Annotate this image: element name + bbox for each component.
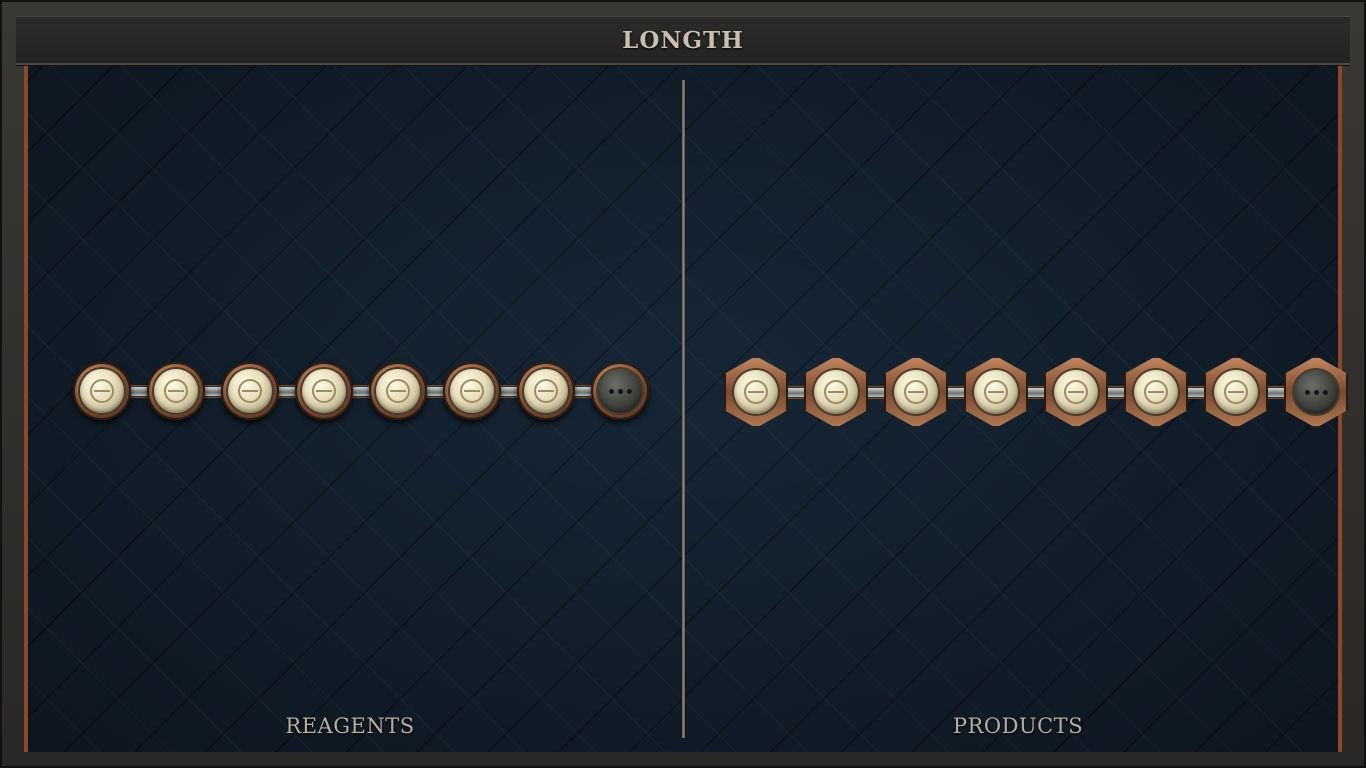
salt-atom bbox=[302, 369, 346, 413]
salt-symbol-icon bbox=[386, 379, 410, 403]
atom-socket[interactable] bbox=[1124, 356, 1188, 428]
salt-atom bbox=[228, 369, 272, 413]
reagent-molecule[interactable] bbox=[73, 362, 649, 420]
bond-link bbox=[131, 385, 147, 397]
product-molecule[interactable] bbox=[724, 356, 1348, 428]
reagents-label: REAGENTS bbox=[285, 714, 415, 738]
atom-socket[interactable] bbox=[964, 356, 1028, 428]
salt-atom bbox=[154, 369, 198, 413]
salt-symbol-icon bbox=[744, 380, 768, 404]
salt-symbol-icon bbox=[984, 380, 1008, 404]
salt-symbol-icon bbox=[534, 379, 558, 403]
atom-socket[interactable] bbox=[369, 362, 427, 420]
panel-divider bbox=[682, 80, 685, 738]
bond-link bbox=[948, 386, 964, 398]
salt-atom bbox=[1054, 370, 1098, 414]
salt-atom bbox=[80, 369, 124, 413]
bond-link bbox=[1188, 386, 1204, 398]
bond-link bbox=[1268, 386, 1284, 398]
salt-symbol-icon bbox=[904, 380, 928, 404]
salt-atom bbox=[524, 369, 568, 413]
salt-symbol-icon bbox=[312, 379, 336, 403]
atom-socket[interactable] bbox=[804, 356, 868, 428]
salt-symbol-icon bbox=[1224, 380, 1248, 404]
atom-socket[interactable] bbox=[1204, 356, 1268, 428]
atom-socket[interactable] bbox=[295, 362, 353, 420]
puzzle-title: LONGTH bbox=[622, 26, 744, 54]
salt-atom bbox=[894, 370, 938, 414]
title-bar: LONGTH bbox=[16, 16, 1350, 65]
bond-link bbox=[1028, 386, 1044, 398]
atom-socket[interactable] bbox=[724, 356, 788, 428]
salt-atom bbox=[376, 369, 420, 413]
salt-atom bbox=[974, 370, 1018, 414]
atom-socket[interactable] bbox=[443, 362, 501, 420]
atom-socket[interactable] bbox=[1284, 356, 1348, 428]
salt-symbol-icon bbox=[90, 379, 114, 403]
salt-atom bbox=[450, 369, 494, 413]
bond-link bbox=[205, 385, 221, 397]
empty-atom bbox=[1294, 370, 1338, 414]
salt-atom bbox=[1214, 370, 1258, 414]
bond-link bbox=[353, 385, 369, 397]
atom-socket[interactable] bbox=[517, 362, 575, 420]
atom-socket[interactable] bbox=[73, 362, 131, 420]
salt-symbol-icon bbox=[460, 379, 484, 403]
salt-atom bbox=[734, 370, 778, 414]
bond-link bbox=[575, 385, 591, 397]
atom-socket[interactable] bbox=[221, 362, 279, 420]
bond-link bbox=[427, 385, 443, 397]
salt-symbol-icon bbox=[238, 379, 262, 403]
empty-atom bbox=[598, 369, 642, 413]
bond-link bbox=[279, 385, 295, 397]
bond-link bbox=[868, 386, 884, 398]
ellipsis-icon bbox=[1304, 389, 1328, 395]
bond-link bbox=[788, 386, 804, 398]
atom-socket[interactable] bbox=[591, 362, 649, 420]
bond-link bbox=[501, 385, 517, 397]
atom-socket[interactable] bbox=[884, 356, 948, 428]
products-label: PRODUCTS bbox=[952, 714, 1084, 738]
salt-symbol-icon bbox=[164, 379, 188, 403]
salt-atom bbox=[1134, 370, 1178, 414]
atom-socket[interactable] bbox=[147, 362, 205, 420]
salt-symbol-icon bbox=[1144, 380, 1168, 404]
bond-link bbox=[1108, 386, 1124, 398]
salt-atom bbox=[814, 370, 858, 414]
salt-symbol-icon bbox=[1064, 380, 1088, 404]
salt-symbol-icon bbox=[824, 380, 848, 404]
atom-socket[interactable] bbox=[1044, 356, 1108, 428]
ellipsis-icon bbox=[608, 388, 632, 394]
